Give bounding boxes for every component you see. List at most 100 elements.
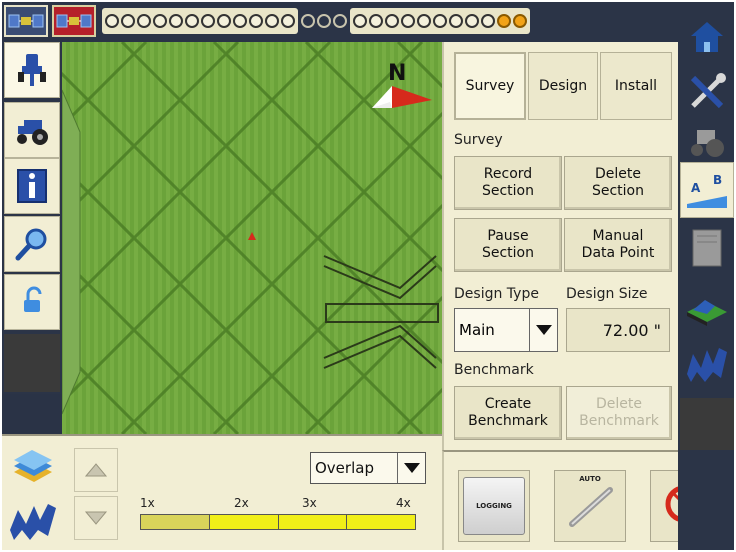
satellite-warning-icon[interactable]	[52, 5, 96, 37]
delete-section-label-2: Section	[591, 183, 644, 199]
coverage-grid: N	[62, 42, 442, 434]
map-layers-icon[interactable]	[6, 440, 60, 492]
info-icon[interactable]	[4, 158, 60, 214]
field-map[interactable]: N	[62, 42, 442, 434]
status-led	[301, 14, 315, 28]
unlock-icon[interactable]	[4, 274, 60, 330]
overlap-value: Overlap	[315, 459, 374, 477]
manual-data-point-label-1: Manual	[592, 228, 644, 244]
led-group-center	[298, 8, 350, 34]
brand-logo-icon	[6, 496, 60, 548]
status-led	[185, 14, 199, 28]
satellite-icon[interactable]	[4, 5, 48, 37]
pen-icon	[569, 487, 613, 527]
tab-install[interactable]: Install	[600, 52, 672, 120]
scale-segment	[278, 515, 348, 529]
svg-text:B: B	[713, 173, 722, 187]
display-frame: N Overlap 1x 2x 3x 4x Survey Design Inst…	[2, 2, 734, 550]
led-group-left	[102, 8, 298, 34]
status-led	[201, 14, 215, 28]
survey-section-label: Survey	[454, 132, 503, 148]
delete-benchmark-label-2: Benchmark	[579, 413, 659, 429]
status-led	[353, 14, 367, 28]
ab-line-icon[interactable]: AB	[680, 162, 734, 218]
delete-benchmark-label-1: Delete	[596, 396, 642, 412]
status-led	[121, 14, 135, 28]
create-benchmark-button[interactable]: Create Benchmark	[454, 386, 562, 440]
status-led	[333, 14, 347, 28]
survey-panel: Survey Design Install Survey Record Secti…	[442, 42, 678, 450]
tractor-settings-icon[interactable]	[680, 112, 734, 168]
status-led	[249, 14, 263, 28]
3d-terrain-icon[interactable]	[680, 278, 734, 334]
status-bar	[2, 2, 678, 40]
delete-benchmark-button[interactable]: Delete Benchmark	[566, 386, 672, 440]
guidance-lightbar-icon[interactable]	[4, 42, 60, 98]
pause-section-button[interactable]: Pause Section	[454, 218, 562, 272]
status-led	[265, 14, 279, 28]
delete-section-label-1: Delete	[594, 166, 641, 182]
home-icon[interactable]	[680, 8, 734, 64]
status-led	[385, 14, 399, 28]
empty-tool-slot	[680, 398, 734, 450]
status-led	[317, 14, 331, 28]
manual-data-point-button[interactable]: Manual Data Point	[564, 218, 672, 272]
tractor-icon[interactable]	[4, 102, 60, 158]
design-size-label: Design Size	[566, 286, 648, 302]
field-boundary-edge	[62, 89, 81, 415]
right-toolbar: AB	[678, 2, 734, 550]
svg-text:A: A	[691, 181, 701, 195]
manual-data-point-label-2: Data Point	[581, 245, 655, 261]
scale-label-3x: 3x	[302, 496, 317, 510]
scale-segment	[347, 515, 415, 529]
delete-section-button[interactable]: Delete Section	[564, 156, 672, 210]
zoom-in-up-button[interactable]	[74, 448, 118, 492]
logging-button[interactable]: LOGGING	[458, 470, 530, 542]
scale-label-4x: 4x	[396, 496, 411, 510]
status-led	[369, 14, 383, 28]
logging-label: LOGGING	[476, 502, 512, 510]
led-group-right	[350, 8, 530, 34]
tab-design[interactable]: Design	[528, 52, 598, 120]
brand-logo-icon	[680, 338, 734, 394]
design-size-field[interactable]: 72.00 "	[566, 308, 670, 352]
pause-section-label-2: Section	[481, 245, 534, 261]
status-led	[217, 14, 231, 28]
pause-section-label-1: Pause	[487, 228, 529, 244]
record-section-label-2: Section	[481, 183, 534, 199]
left-toolbar	[2, 42, 62, 394]
design-type-label: Design Type	[454, 286, 539, 302]
status-led	[433, 14, 447, 28]
empty-tool-slot	[4, 334, 60, 392]
overlap-dropdown[interactable]: Overlap	[310, 452, 426, 484]
chevron-down-icon	[397, 453, 425, 483]
scale-label-1x: 1x	[140, 496, 155, 510]
overlap-scale-bar	[140, 514, 416, 530]
auto-button[interactable]: AUTO	[554, 470, 626, 542]
zoom-out-down-button[interactable]	[74, 496, 118, 540]
record-section-label-1: Record	[483, 166, 533, 182]
record-section-button[interactable]: Record Section	[454, 156, 562, 210]
status-led	[281, 14, 295, 28]
storage-icon[interactable]	[680, 220, 734, 276]
design-type-dropdown[interactable]: Main	[454, 308, 558, 352]
status-led	[233, 14, 247, 28]
scale-segment	[141, 515, 210, 529]
control-buttons-panel: LOGGING AUTO	[442, 450, 722, 550]
status-led	[137, 14, 151, 28]
status-led	[449, 14, 463, 28]
status-led	[497, 14, 511, 28]
create-benchmark-label-1: Create	[484, 396, 532, 412]
status-led	[481, 14, 495, 28]
map-controls-panel: Overlap 1x 2x 3x 4x	[2, 434, 442, 550]
status-led	[105, 14, 119, 28]
benchmark-section-label: Benchmark	[454, 362, 534, 378]
design-type-value: Main	[459, 321, 495, 339]
compass-label: N	[388, 61, 406, 86]
status-led	[401, 14, 415, 28]
status-led	[513, 14, 527, 28]
status-led	[417, 14, 431, 28]
scale-segment	[209, 515, 279, 529]
zoom-icon[interactable]	[4, 216, 60, 272]
tab-survey[interactable]: Survey	[454, 52, 526, 120]
